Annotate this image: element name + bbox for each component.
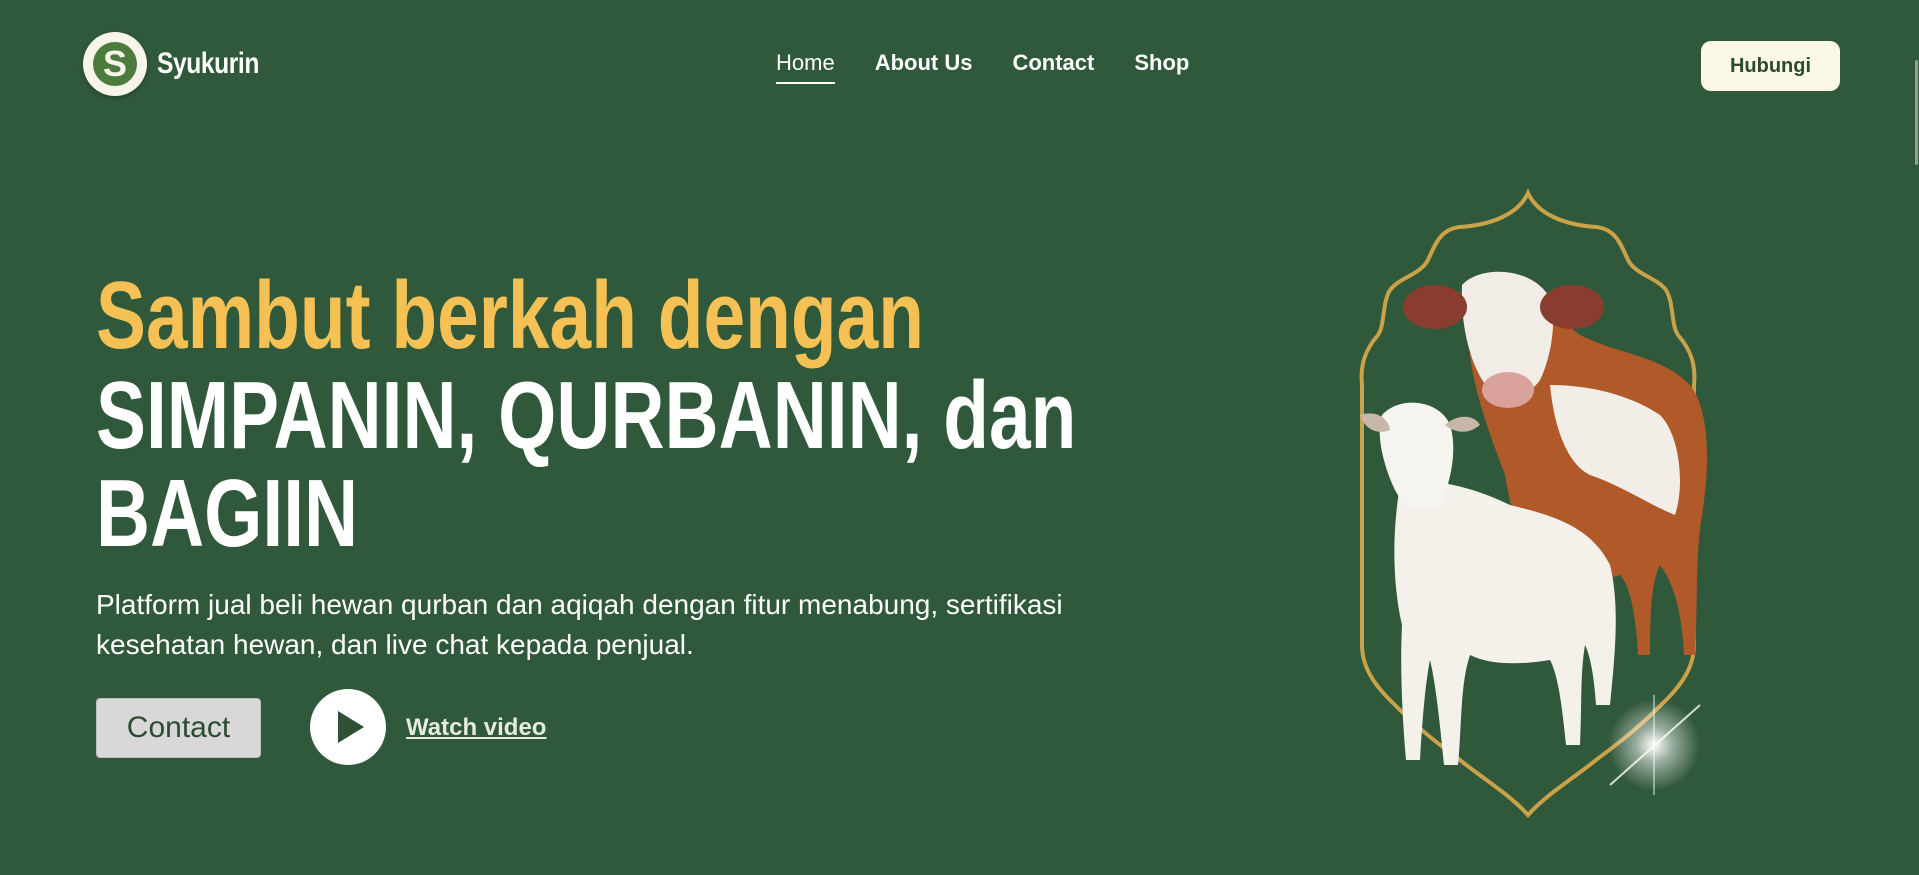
hero-headline-accent: Sambut berkah dengan [96,262,924,369]
main-nav: Home About Us Contact Shop [776,50,1189,84]
nav-about-us[interactable]: About Us [875,50,973,84]
play-icon [338,711,364,743]
nav-shop[interactable]: Shop [1134,50,1189,84]
svg-text:S: S [103,43,127,84]
logo-badge: S [83,32,147,96]
page: S Syukurin Home About Us Contact Shop Hu… [0,0,1919,875]
hero-illustration [1359,188,1707,818]
hero-description: Platform jual beli hewan qurban dan aqiq… [96,589,1063,660]
page-scrollbar[interactable] [1913,0,1919,875]
brand-name: Syukurin [157,47,259,80]
hero-headline-main: SIMPANIN, QURBANIN, dan [96,362,1077,469]
play-video-button[interactable] [310,689,386,765]
watch-video-link[interactable]: Watch video [406,714,546,742]
nav-contact[interactable]: Contact [1012,50,1094,84]
hubungi-button[interactable]: Hubungi [1701,41,1840,91]
nav-home[interactable]: Home [776,50,835,84]
contact-button[interactable]: Contact [96,698,261,758]
logo-s-icon: S [93,42,137,86]
scrollbar-thumb[interactable] [1915,60,1918,165]
hero-headline-end: BAGIIN [96,460,359,567]
brand-logo[interactable]: S Syukurin [83,32,281,96]
